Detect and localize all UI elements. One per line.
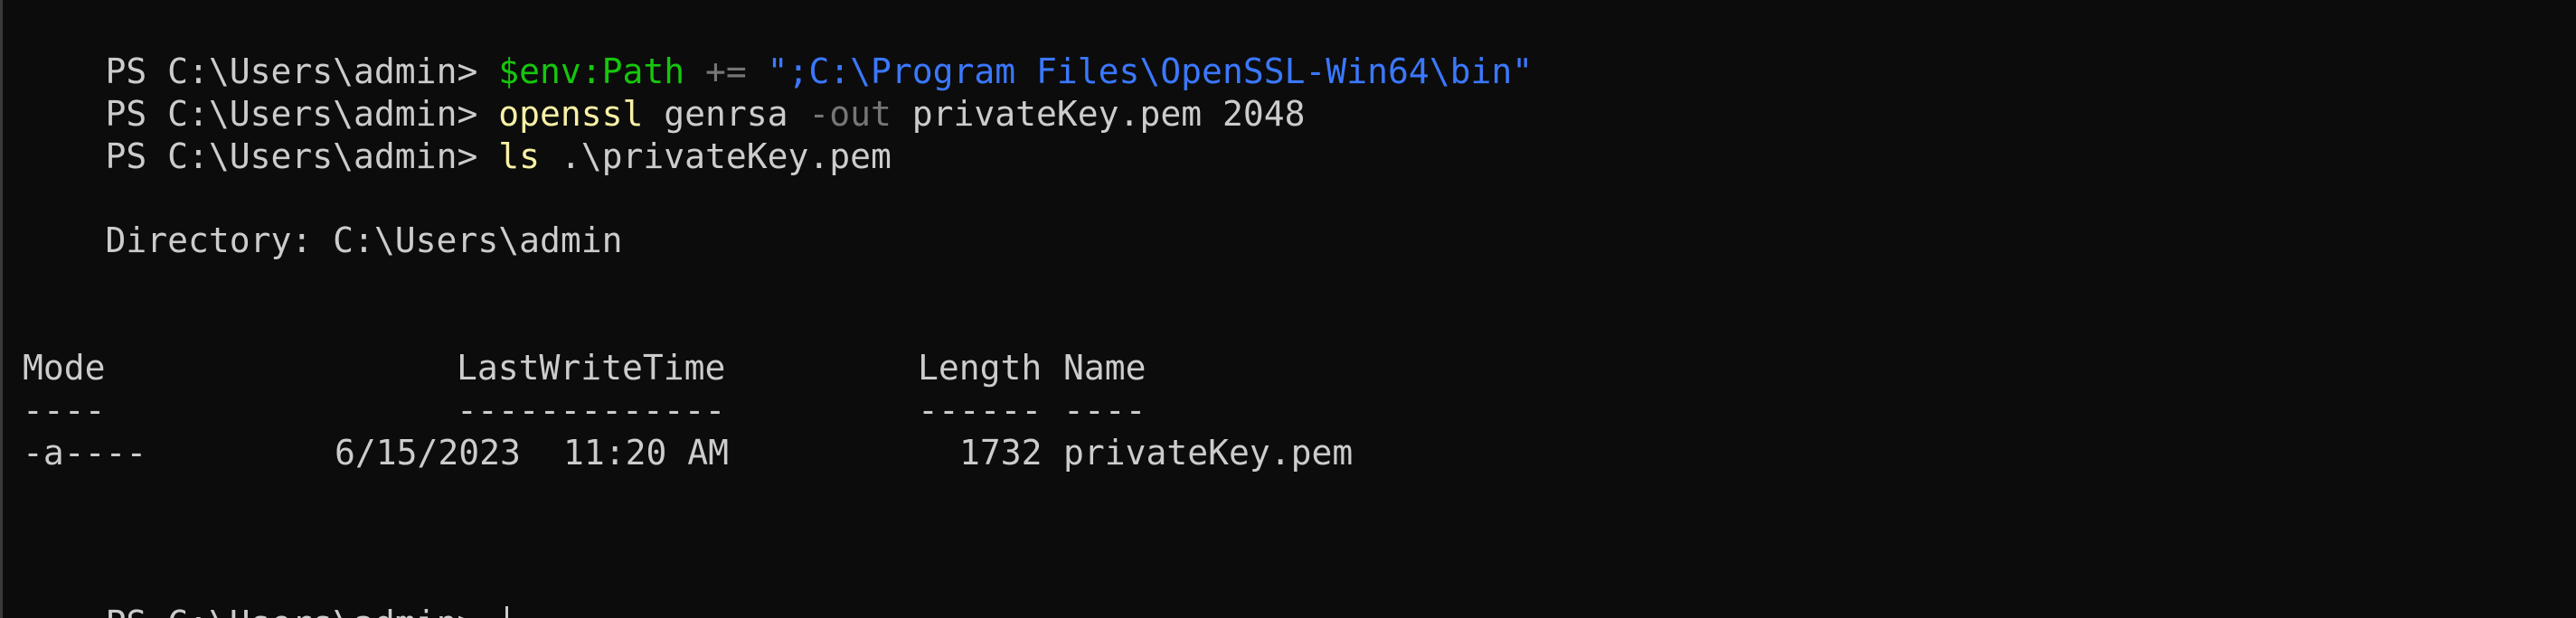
header-lastwritetime: LastWriteTime	[457, 348, 726, 388]
command-line-1: PS C:\Users\admin> $env:Path += ";C:\Pro…	[23, 6, 1533, 91]
underline-mode: ----	[23, 390, 106, 430]
underline-length: ------	[918, 390, 1043, 430]
table-row: -a---- 6/15/2023 11:20 AM 1732 privateKe…	[23, 431, 1469, 474]
row-time: 11:20 AM	[563, 433, 730, 473]
header-mode: Mode	[23, 348, 106, 388]
row-name: privateKey.pem	[1063, 433, 1354, 473]
table-header: Mode LastWriteTime Length Name	[23, 346, 1469, 389]
current-prompt-line[interactable]: PS C:\Users\admin>	[23, 558, 509, 618]
header-length: Length	[918, 348, 1043, 388]
row-length: 1732	[959, 433, 1043, 473]
directory-line: Directory: C:\Users\admin	[23, 220, 623, 260]
prompt: PS C:\Users\admin>	[106, 604, 499, 618]
row-date: 6/15/2023	[335, 433, 521, 473]
prompt: PS C:\Users\admin>	[105, 136, 499, 176]
command-line-2: PS C:\Users\admin> openssl genrsa -out p…	[23, 49, 1306, 134]
command-name: ls	[498, 136, 540, 176]
command-line-3: PS C:\Users\admin> ls .\privateKey.pem	[23, 91, 892, 176]
header-name: Name	[1063, 348, 1146, 388]
text-cursor[interactable]	[505, 605, 509, 618]
row-mode: -a----	[23, 433, 147, 473]
underline-name: ----	[1063, 390, 1146, 430]
command-arg: .\privateKey.pem	[539, 136, 892, 176]
terminal-window[interactable]: PS C:\Users\admin> $env:Path += ";C:\Pro…	[0, 0, 2576, 618]
command-arg: privateKey.pem 2048	[891, 94, 1306, 134]
table-header-underline: ---- ------------- ------ ----	[23, 389, 1469, 432]
underline-lastwritetime: -------------	[457, 390, 726, 430]
